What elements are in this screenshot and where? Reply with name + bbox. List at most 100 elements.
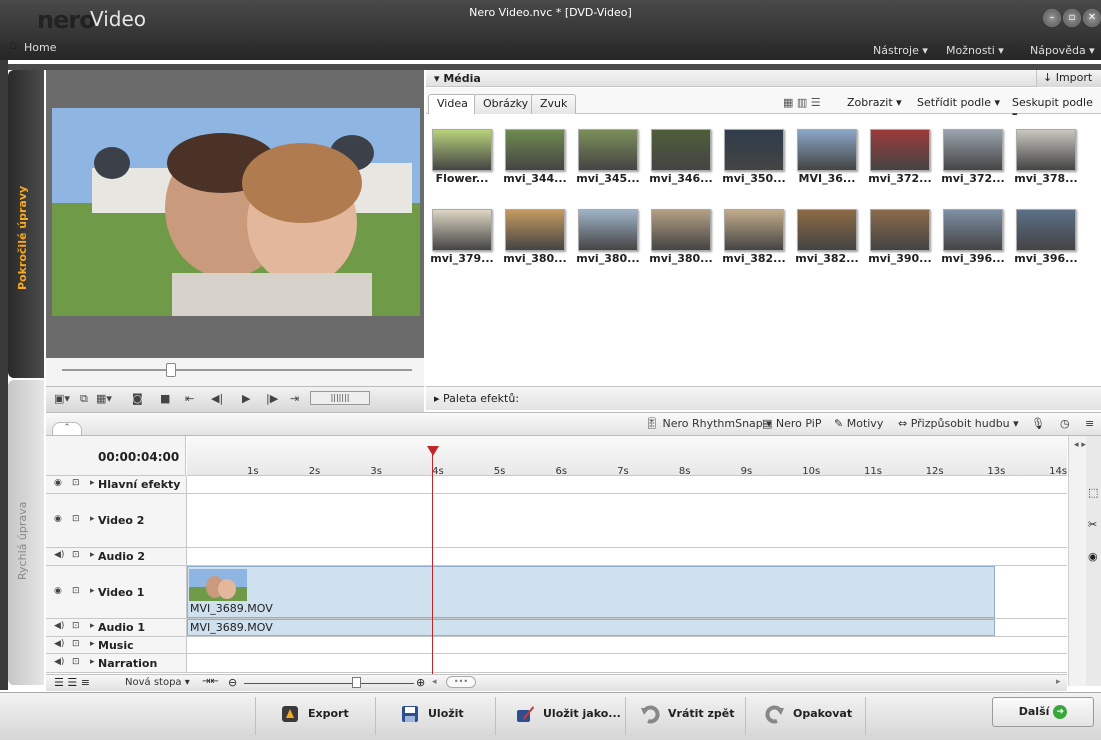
- zoom-out-icon[interactable]: ⊖: [228, 676, 237, 689]
- speaker-icon[interactable]: ◀): [54, 621, 64, 631]
- media-thumbnail[interactable]: [578, 209, 638, 251]
- media-thumbnail[interactable]: [1016, 209, 1076, 251]
- scroll-arrows-icon[interactable]: ◂ ▸: [1074, 440, 1086, 450]
- timeline-track[interactable]: ◉ ⊡ ▸ Hlavní efekty: [46, 476, 1067, 494]
- fit-music-button[interactable]: ⇔ Přizpůsobit hudbu ▾: [898, 417, 1019, 430]
- home-icon[interactable]: ⌂: [9, 38, 17, 53]
- import-button[interactable]: ↓ Import ▾: [1036, 70, 1101, 100]
- playhead-marker[interactable]: [427, 446, 439, 456]
- zoom-in-icon[interactable]: ⊕: [416, 676, 425, 689]
- tab-images[interactable]: Obrázky: [474, 94, 538, 114]
- effects-palette-label[interactable]: ▸ Paleta efektů:: [434, 392, 519, 405]
- fit-timeline-icon[interactable]: ⇥⇤: [202, 676, 219, 687]
- scroll-left-icon[interactable]: ◂: [432, 677, 437, 687]
- timeline-track[interactable]: ◀) ⊡ ▸ Music: [46, 637, 1067, 654]
- speaker-icon[interactable]: ◀): [54, 639, 64, 649]
- eye-icon[interactable]: ◉: [54, 478, 62, 488]
- sort-menu[interactable]: Setřídit podle ▾: [917, 96, 1000, 109]
- vertical-scrollbar[interactable]: [1068, 436, 1086, 686]
- home-link[interactable]: Home: [24, 41, 56, 54]
- media-thumbnail[interactable]: [943, 209, 1003, 251]
- export-button[interactable]: Export: [270, 698, 349, 730]
- lock-icon[interactable]: ⊡: [72, 639, 80, 649]
- clock-icon[interactable]: ◷: [1060, 417, 1070, 430]
- lock-icon[interactable]: ⊡: [72, 478, 80, 488]
- show-menu[interactable]: Zobrazit ▾: [847, 96, 902, 109]
- view-mode-icons[interactable]: ▦ ▥ ☰: [783, 96, 821, 109]
- speaker-icon[interactable]: ◀): [54, 657, 64, 667]
- step-back-icon[interactable]: ◀|: [211, 390, 223, 408]
- tab-videos[interactable]: Videa: [428, 94, 477, 114]
- pip-button[interactable]: ▤ Nero PiP: [762, 417, 821, 430]
- scroll-right-icon[interactable]: ▸: [1056, 677, 1061, 687]
- lock-icon[interactable]: ⊡: [72, 621, 80, 631]
- maximize-icon[interactable]: ▫: [1063, 9, 1081, 27]
- step-forward-icon[interactable]: |▶: [266, 390, 278, 408]
- fullscreen-icon[interactable]: ⧉: [80, 390, 88, 408]
- microphone-icon[interactable]: 🎙: [1031, 417, 1045, 430]
- timeline-track[interactable]: ◀) ⊡ ▸ Narration: [46, 654, 1067, 673]
- eye-icon[interactable]: ◉: [54, 514, 62, 524]
- audio-clip[interactable]: MVI_3689.MOV: [187, 619, 995, 636]
- minimize-icon[interactable]: –: [1043, 9, 1061, 27]
- themes-button[interactable]: ✎ Motivy: [834, 417, 883, 430]
- color-tool-icon[interactable]: ◉: [1088, 550, 1098, 563]
- tab-quick-editing[interactable]: Rychlá úprava: [8, 380, 44, 685]
- expand-icon[interactable]: ▸: [90, 586, 95, 596]
- select-tool-icon[interactable]: ⬚: [1088, 486, 1098, 499]
- media-thumbnail[interactable]: [797, 129, 857, 171]
- media-thumbnail[interactable]: [505, 209, 565, 251]
- media-thumbnail[interactable]: [724, 209, 784, 251]
- camera-icon[interactable]: ◙: [132, 390, 143, 408]
- media-thumbnail[interactable]: [505, 129, 565, 171]
- zoom-slider-track[interactable]: [244, 683, 414, 684]
- rhythmsnap-button[interactable]: 🎚 Nero RhythmSnap ▾: [645, 417, 772, 430]
- monitor-icon[interactable]: ▣▾: [54, 390, 70, 408]
- redo-button[interactable]: Opakovat: [755, 698, 852, 730]
- lock-icon[interactable]: ⊡: [72, 550, 80, 560]
- save-button[interactable]: Uložit: [390, 698, 464, 730]
- undo-button[interactable]: Vrátit zpět: [630, 698, 734, 730]
- mark-in-icon[interactable]: ⇤: [185, 390, 194, 408]
- eye-icon[interactable]: ◉: [54, 586, 62, 596]
- next-button[interactable]: Další ➜: [992, 697, 1094, 727]
- media-thumbnail[interactable]: [724, 129, 784, 171]
- cut-tool-icon[interactable]: ✂: [1088, 518, 1097, 531]
- jog-control[interactable]: |||||||: [310, 391, 370, 405]
- close-icon[interactable]: ✕: [1083, 9, 1101, 27]
- menu-options[interactable]: Možnosti ▾: [946, 44, 1004, 57]
- expand-icon[interactable]: ▸: [90, 657, 95, 667]
- media-thumbnail[interactable]: [651, 209, 711, 251]
- expand-icon[interactable]: ▸: [90, 514, 95, 524]
- tab-audio[interactable]: Zvuk: [531, 94, 577, 114]
- horizontal-scroll-thumb[interactable]: •••: [446, 676, 476, 688]
- expand-icon[interactable]: ▸: [90, 621, 95, 631]
- lock-icon[interactable]: ⊡: [72, 657, 80, 667]
- new-track-menu[interactable]: Nová stopa ▾: [125, 677, 190, 688]
- lock-icon[interactable]: ⊡: [72, 514, 80, 524]
- media-thumbnail[interactable]: [432, 129, 492, 171]
- scrub-handle[interactable]: [166, 363, 176, 377]
- media-thumbnail[interactable]: [432, 209, 492, 251]
- settings-icon[interactable]: ≡: [1085, 417, 1094, 430]
- media-thumbnail[interactable]: [578, 129, 638, 171]
- stop-icon[interactable]: ■: [160, 390, 170, 408]
- lock-icon[interactable]: ⊡: [72, 586, 80, 596]
- track-size-icons[interactable]: ☰ ☰ ≡: [54, 676, 90, 689]
- save-as-button[interactable]: Uložit jako...: [505, 698, 621, 730]
- media-thumbnail[interactable]: [870, 129, 930, 171]
- aspect-icon[interactable]: ▦▾: [96, 390, 112, 408]
- playhead-line[interactable]: [432, 448, 433, 686]
- media-thumbnail[interactable]: [870, 209, 930, 251]
- media-thumbnail[interactable]: [797, 209, 857, 251]
- zoom-slider-handle[interactable]: [352, 677, 361, 688]
- expand-icon[interactable]: ▸: [90, 550, 95, 560]
- menu-tools[interactable]: Nástroje ▾: [873, 44, 928, 57]
- timeline-track[interactable]: ◉ ⊡ ▸ Video 2: [46, 494, 1067, 548]
- timeline-track[interactable]: ◀) ⊡ ▸ Audio 2: [46, 548, 1067, 566]
- tab-advanced-editing[interactable]: Pokročilé úpravy: [8, 70, 44, 378]
- menu-help[interactable]: Nápověda ▾: [1030, 44, 1095, 57]
- media-thumbnail[interactable]: [651, 129, 711, 171]
- media-thumbnail[interactable]: [943, 129, 1003, 171]
- media-thumbnail[interactable]: [1016, 129, 1076, 171]
